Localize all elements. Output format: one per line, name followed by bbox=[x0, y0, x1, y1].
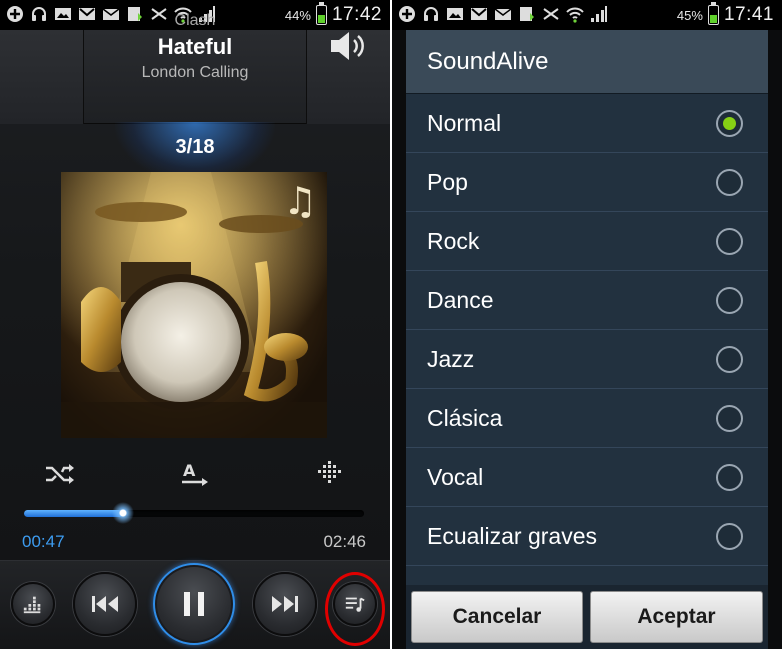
option-clasica[interactable]: Clásica bbox=[406, 389, 768, 448]
clock: 17:41 bbox=[723, 4, 774, 25]
battery-icon bbox=[707, 2, 719, 25]
previous-icon bbox=[92, 596, 118, 612]
headphones-icon bbox=[422, 5, 440, 23]
music-note-icon: ♫ bbox=[283, 179, 317, 223]
soundalive-dialog: SoundAlive Normal Pop Rock Dance Jazz Cl… bbox=[406, 30, 768, 649]
seek-bar-handle[interactable] bbox=[111, 502, 134, 524]
radio-button[interactable] bbox=[716, 464, 743, 491]
option-jazz[interactable]: Jazz bbox=[406, 330, 768, 389]
option-label: Rock bbox=[427, 228, 480, 254]
battery-percent: 45% bbox=[676, 7, 703, 23]
battery-icon bbox=[315, 2, 327, 25]
equalizer-icon bbox=[23, 596, 41, 614]
dialog-title-bar: SoundAlive bbox=[406, 30, 768, 94]
dialog-footer: Cancelar Aceptar bbox=[406, 585, 768, 649]
radio-button[interactable] bbox=[716, 346, 743, 373]
image-icon bbox=[54, 5, 72, 23]
pause-icon bbox=[184, 592, 204, 616]
option-dance[interactable]: Dance bbox=[406, 271, 768, 330]
speaker-icon bbox=[331, 32, 364, 60]
option-label: Ecualizar graves bbox=[427, 523, 598, 549]
gmail-icon bbox=[470, 5, 488, 23]
visualizer-icon[interactable] bbox=[314, 460, 346, 488]
artist-name: Clash bbox=[174, 12, 216, 29]
radio-button[interactable] bbox=[716, 110, 743, 137]
option-label: Normal bbox=[427, 110, 502, 136]
option-label: Clásica bbox=[427, 405, 503, 431]
accept-button[interactable]: Aceptar bbox=[590, 591, 763, 643]
signal-icon bbox=[590, 5, 608, 23]
option-pop[interactable]: Pop bbox=[406, 153, 768, 212]
radio-button[interactable] bbox=[716, 523, 743, 550]
soundalive-screen: 45% 17:41 SoundAlive Normal Pop Rock Dan… bbox=[392, 0, 782, 649]
volume-button[interactable] bbox=[328, 28, 368, 64]
dialog-title: SoundAlive bbox=[427, 48, 549, 75]
svg-text:A: A bbox=[183, 461, 196, 480]
option-label: Pop bbox=[427, 169, 468, 195]
option-rock[interactable]: Rock bbox=[406, 212, 768, 271]
email-icon bbox=[494, 5, 512, 23]
track-counter: 3/18 bbox=[175, 136, 215, 158]
seek-bar-progress bbox=[24, 510, 123, 517]
shuffle-icon[interactable] bbox=[44, 460, 76, 488]
highlight-ring bbox=[325, 572, 385, 646]
add-icon bbox=[6, 5, 24, 23]
option-vocal[interactable]: Vocal bbox=[406, 448, 768, 507]
status-bar: 45% 17:41 bbox=[392, 0, 782, 30]
option-label: Vocal bbox=[427, 464, 484, 490]
clock: 17:42 bbox=[331, 4, 382, 25]
elapsed-time: 00:47 bbox=[22, 532, 65, 551]
seek-bar[interactable] bbox=[24, 502, 364, 524]
silent-icon bbox=[542, 5, 560, 23]
option-label: Dance bbox=[427, 287, 494, 313]
equalizer-button[interactable] bbox=[11, 582, 55, 626]
download-icon bbox=[518, 5, 536, 23]
pause-button[interactable] bbox=[153, 563, 235, 645]
option-label: Jazz bbox=[427, 346, 475, 372]
music-player-screen: 44% 17:42 Clash Hateful London Calling 3… bbox=[0, 0, 390, 649]
add-icon bbox=[398, 5, 416, 23]
next-icon bbox=[272, 596, 298, 612]
option-ecualizar-graves[interactable]: Ecualizar graves bbox=[406, 507, 768, 566]
song-title: Hateful bbox=[157, 34, 233, 59]
image-icon bbox=[446, 5, 464, 23]
radio-button[interactable] bbox=[716, 405, 743, 432]
radio-button[interactable] bbox=[716, 169, 743, 196]
cancel-button[interactable]: Cancelar bbox=[411, 591, 583, 643]
radio-button[interactable] bbox=[716, 228, 743, 255]
text-icon[interactable]: A bbox=[180, 460, 212, 488]
next-button[interactable] bbox=[253, 572, 317, 636]
album-name: London Calling bbox=[141, 64, 249, 81]
previous-button[interactable] bbox=[73, 572, 137, 636]
wifi-icon bbox=[566, 5, 584, 23]
album-art[interactable]: ♫ bbox=[61, 172, 327, 438]
total-time: 02:46 bbox=[323, 532, 366, 551]
headphones-icon bbox=[30, 5, 48, 23]
option-normal[interactable]: Normal bbox=[406, 94, 768, 153]
radio-button[interactable] bbox=[716, 287, 743, 314]
